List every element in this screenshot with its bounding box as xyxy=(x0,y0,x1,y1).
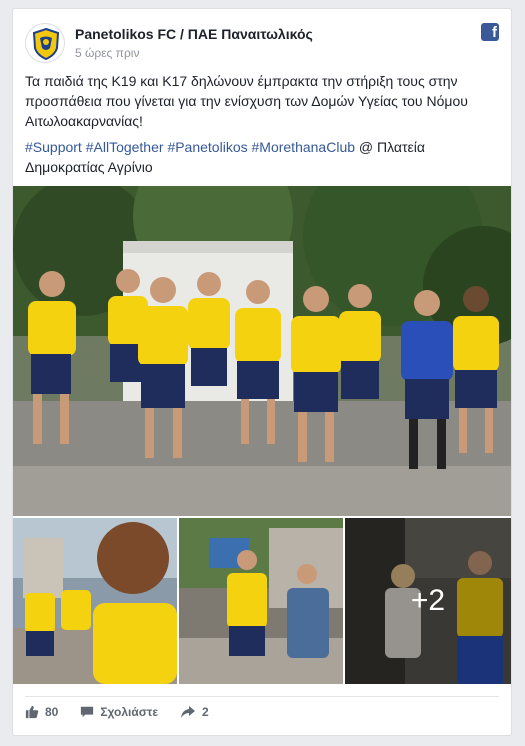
hashtag-link[interactable]: #AllTogether xyxy=(86,139,164,155)
photo-thumbnail[interactable] xyxy=(179,518,343,684)
hashtag-link[interactable]: #Support xyxy=(25,139,82,155)
facebook-logo-icon[interactable]: f xyxy=(481,23,499,41)
post-footer: 80 Σχολιάστε 2 xyxy=(25,696,499,726)
post-hashtags: #Support #AllTogether #Panetolikos #More… xyxy=(25,137,495,177)
post-timestamp[interactable]: 5 ώρες πριν xyxy=(75,46,139,60)
like-button[interactable]: 80 xyxy=(25,705,58,719)
facebook-post-card: Panetolikos FC / ΠΑΕ Παναιτωλικός 5 ώρες… xyxy=(12,8,512,736)
more-photos-overlay[interactable]: +2 xyxy=(345,518,511,684)
comment-button[interactable]: Σχολιάστε xyxy=(80,705,158,719)
like-count: 80 xyxy=(45,704,59,719)
share-button[interactable]: 2 xyxy=(180,705,209,719)
club-crest-avatar[interactable] xyxy=(25,23,65,63)
post-text: Τα παιδιά της Κ19 και Κ17 δηλώνουν έμπρα… xyxy=(25,71,495,183)
hashtag-link[interactable]: #MorethanaClub xyxy=(252,139,356,155)
hashtag-link[interactable]: #Panetolikos xyxy=(167,139,247,155)
share-count: 2 xyxy=(202,704,209,719)
photo-thumbnail[interactable]: +2 xyxy=(345,518,511,684)
share-icon xyxy=(181,705,196,718)
comment-icon xyxy=(81,706,94,717)
page-name[interactable]: Panetolikos FC / ΠΑΕ Παναιτωλικός xyxy=(75,26,313,42)
post-header: Panetolikos FC / ΠΑΕ Παναιτωλικός 5 ώρες… xyxy=(25,23,499,65)
comment-label: Σχολιάστε xyxy=(100,704,159,719)
photo-thumbnails: +2 xyxy=(13,518,511,684)
main-photo[interactable] xyxy=(13,186,511,516)
photo-thumbnail[interactable] xyxy=(13,518,177,684)
post-message: Τα παιδιά της Κ19 και Κ17 δηλώνουν έμπρα… xyxy=(25,73,468,129)
thumbs-up-icon xyxy=(25,705,39,718)
